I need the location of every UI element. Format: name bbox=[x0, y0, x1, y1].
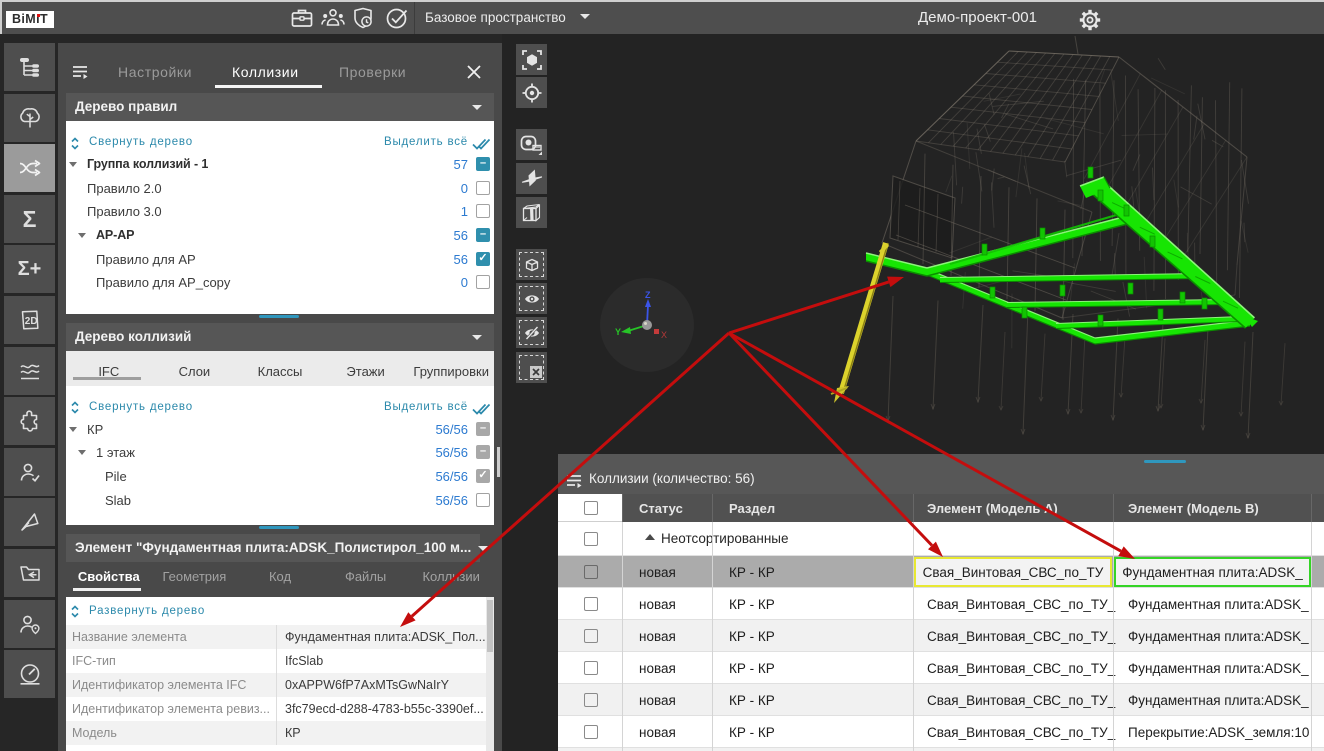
svg-text:2D: 2D bbox=[24, 316, 37, 327]
svg-text:Y: Y bbox=[615, 327, 621, 337]
svg-text:Z: Z bbox=[645, 290, 651, 300]
svg-text:X: X bbox=[661, 330, 667, 340]
